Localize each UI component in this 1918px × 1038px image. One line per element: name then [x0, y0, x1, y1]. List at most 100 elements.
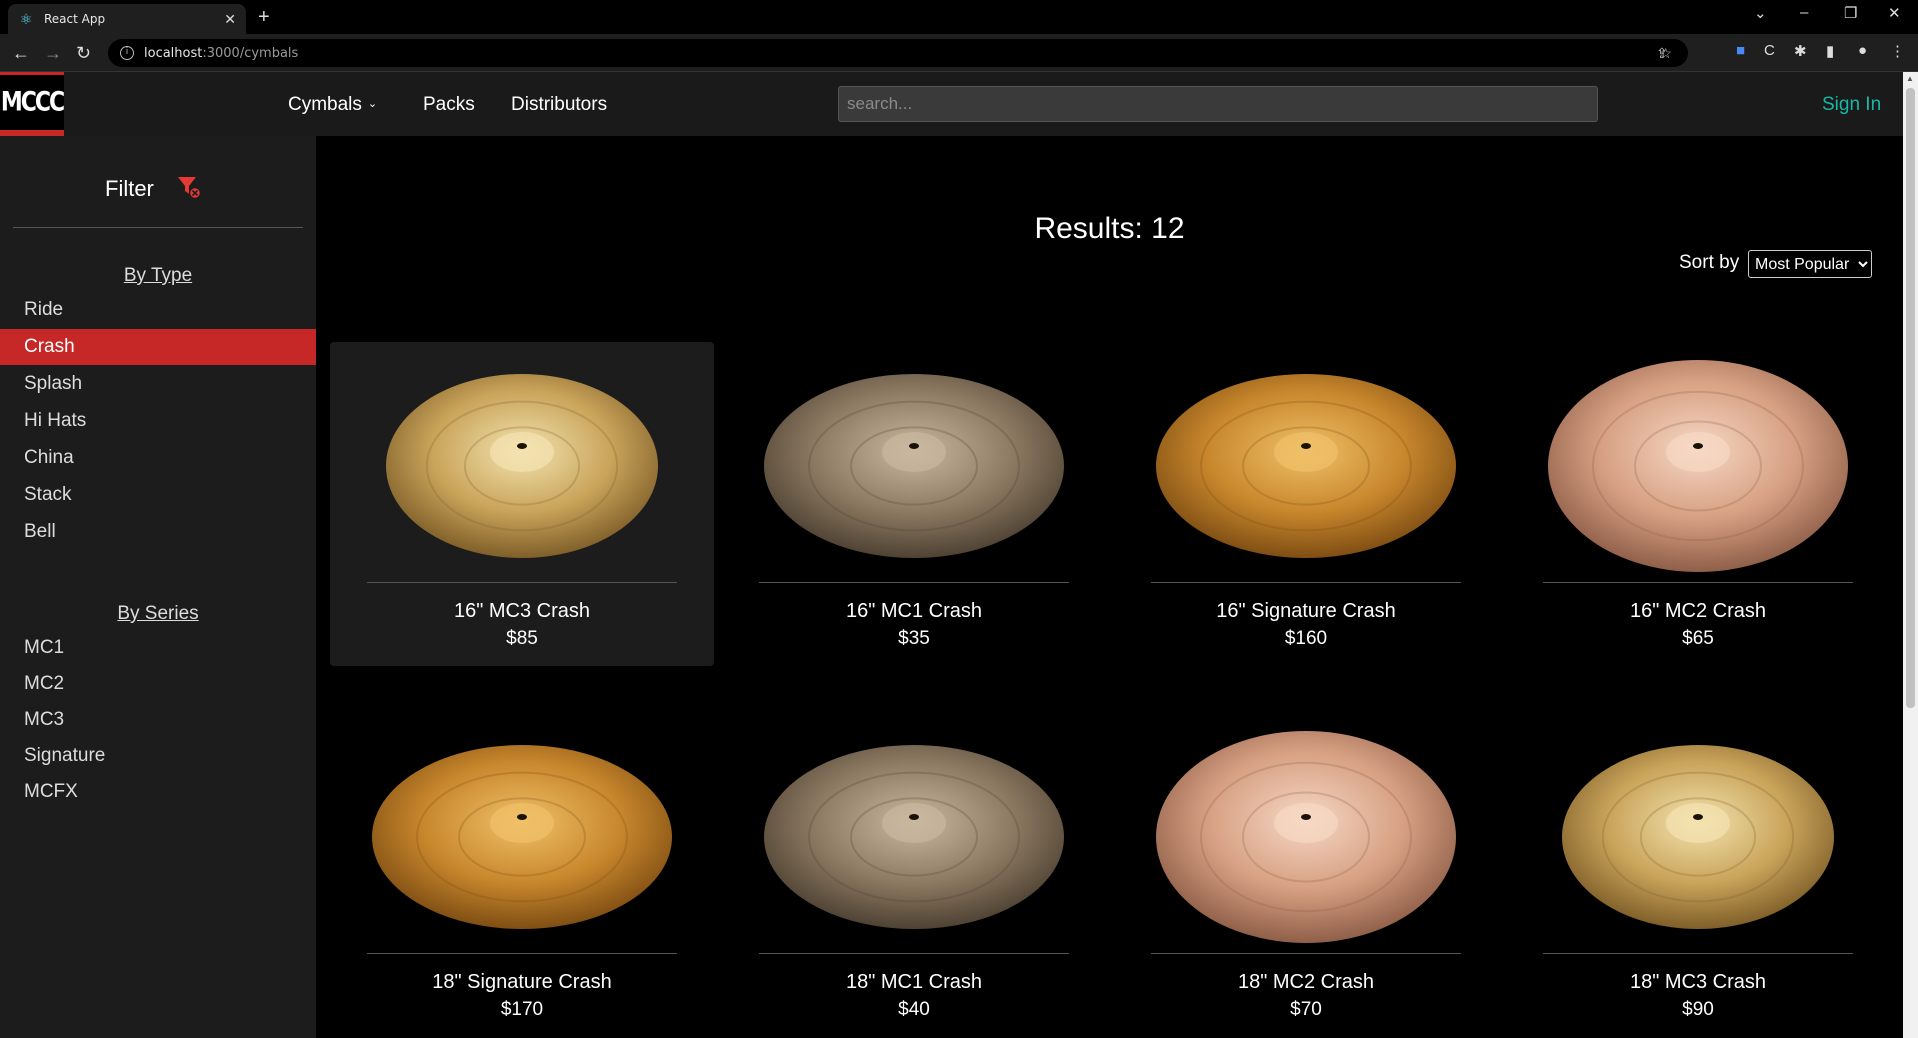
- by-type-heading: By Type: [123, 265, 193, 286]
- results-count: Results: 12: [1034, 212, 1185, 245]
- product-price: $65: [1682, 628, 1714, 649]
- logo[interactable]: MCCC: [0, 72, 65, 136]
- product-name[interactable]: 18" MC1 Crash: [722, 971, 1106, 994]
- product-price: $90: [1682, 999, 1714, 1020]
- browser-tab-bar: ⚛ React App ✕ + ⌄ – ❐ ✕: [0, 0, 1918, 34]
- filter-type-stack[interactable]: Stack: [0, 477, 316, 513]
- product-price: $35: [898, 628, 930, 649]
- filter-divider: [13, 227, 303, 228]
- product-price: $70: [1290, 999, 1322, 1020]
- filter-type-hi-hats[interactable]: Hi Hats: [0, 403, 316, 439]
- filter-series-mc3[interactable]: MC3: [0, 702, 316, 738]
- clear-filter-icon[interactable]: [176, 174, 202, 200]
- cymbal-image: [1562, 745, 1834, 929]
- filter-series-mc2[interactable]: MC2: [0, 666, 316, 702]
- card-divider: [367, 953, 677, 954]
- close-window-icon[interactable]: ✕: [1888, 4, 1901, 22]
- product-name[interactable]: 16" MC1 Crash: [722, 600, 1106, 623]
- sidepanel-icon[interactable]: ▮: [1826, 42, 1834, 60]
- sort-label: Sort by: [1679, 252, 1740, 273]
- product-card[interactable]: 18" MC1 Crash $40: [722, 713, 1106, 1037]
- product-name[interactable]: 16" Signature Crash: [1114, 600, 1498, 623]
- nav-cymbals[interactable]: Cymbals ⌄: [288, 94, 377, 116]
- filter-type-ride[interactable]: Ride: [0, 292, 316, 328]
- site-header: MCCC Cymbals ⌄ Packs Distributors Sign In: [0, 72, 1903, 136]
- chevron-down-icon: ⌄: [367, 98, 378, 110]
- filter-type-splash[interactable]: Splash: [0, 366, 316, 402]
- by-series-heading: By Series: [117, 603, 199, 624]
- filter-series-signature[interactable]: Signature: [0, 738, 316, 774]
- product-card[interactable]: 18" MC3 Crash $90: [1506, 713, 1890, 1037]
- product-price: $85: [506, 628, 538, 649]
- logo-text: MCCC: [0, 87, 65, 118]
- filter-series-mcfx[interactable]: MCFX: [0, 774, 316, 810]
- react-icon: ⚛: [19, 11, 33, 27]
- cymbal-image: [386, 374, 658, 558]
- product-name[interactable]: 18" Signature Crash: [330, 971, 714, 994]
- product-card[interactable]: 16" MC1 Crash $35: [722, 342, 1106, 666]
- filter-type-china[interactable]: China: [0, 440, 316, 476]
- card-divider: [759, 953, 1069, 954]
- cymbal-image: [1156, 374, 1456, 558]
- browser-toolbar: ← → ↻ i localhost:3000/cymbals ⇪ ☆: [0, 34, 1918, 72]
- url-host: localhost: [144, 45, 203, 61]
- cymbal-image: [1156, 731, 1456, 943]
- product-name[interactable]: 18" MC3 Crash: [1506, 971, 1890, 994]
- product-price: $40: [898, 999, 930, 1020]
- product-card[interactable]: 18" MC2 Crash $70: [1114, 713, 1498, 1037]
- filter-type-bell[interactable]: Bell: [0, 514, 316, 550]
- product-card[interactable]: 16" Signature Crash $160: [1114, 342, 1498, 666]
- puzzle-icon[interactable]: ✱: [1794, 42, 1807, 60]
- tab-title: React App: [44, 12, 106, 26]
- product-card[interactable]: 18" Signature Crash $170: [330, 713, 714, 1037]
- tab-search-icon[interactable]: ⌄: [1754, 4, 1767, 22]
- back-icon[interactable]: ←: [12, 43, 30, 64]
- cymbal-image: [764, 745, 1064, 929]
- scroll-up-icon[interactable]: ▲: [1906, 74, 1914, 83]
- card-divider: [759, 582, 1069, 583]
- card-divider: [367, 582, 677, 583]
- card-divider: [1151, 953, 1461, 954]
- search-input[interactable]: [838, 86, 1598, 122]
- cymbal-image: [1548, 360, 1848, 572]
- nav-packs[interactable]: Packs: [423, 94, 475, 116]
- product-price: $160: [1284, 628, 1328, 649]
- card-divider: [1543, 953, 1853, 954]
- filter-type-crash[interactable]: Crash: [0, 329, 316, 365]
- product-card[interactable]: 16" MC3 Crash $85: [330, 342, 714, 666]
- card-divider: [1543, 582, 1853, 583]
- menu-icon[interactable]: ⋮: [1890, 42, 1905, 60]
- product-name[interactable]: 16" MC3 Crash: [330, 600, 714, 623]
- app: MCCC Cymbals ⌄ Packs Distributors Sign In…: [0, 72, 1903, 1038]
- browser-tab[interactable]: ⚛ React App ✕: [8, 4, 246, 34]
- minimize-icon[interactable]: –: [1800, 4, 1808, 21]
- reload-icon[interactable]: ↻: [76, 43, 91, 64]
- extension-c-icon[interactable]: C: [1764, 42, 1775, 59]
- card-divider: [1151, 582, 1461, 583]
- new-tab-icon[interactable]: +: [258, 6, 270, 29]
- restore-icon[interactable]: ❐: [1844, 4, 1857, 22]
- url-path: :3000/cymbals: [202, 45, 299, 61]
- address-bar[interactable]: i localhost:3000/cymbals ⇪ ☆: [108, 39, 1688, 67]
- extension-icon[interactable]: ■: [1736, 42, 1745, 59]
- scroll-thumb[interactable]: [1906, 88, 1915, 708]
- nav-cymbals-label: Cymbals: [288, 94, 362, 115]
- product-card[interactable]: 16" MC2 Crash $65: [1506, 342, 1890, 666]
- sign-in-link[interactable]: Sign In: [1822, 94, 1881, 116]
- forward-icon[interactable]: →: [44, 43, 62, 64]
- filter-title: Filter: [105, 176, 154, 201]
- cymbal-image: [372, 745, 672, 929]
- info-icon[interactable]: i: [120, 46, 134, 60]
- filter-sidebar: Filter By Type Ride Crash Splash Hi Hats…: [0, 136, 316, 1038]
- cymbal-image: [764, 374, 1064, 558]
- close-tab-icon[interactable]: ✕: [224, 11, 236, 28]
- filter-series-mc1[interactable]: MC1: [0, 630, 316, 666]
- product-price: $170: [500, 999, 544, 1020]
- bookmark-star-icon[interactable]: ☆: [1659, 45, 1672, 62]
- product-name[interactable]: 16" MC2 Crash: [1506, 600, 1890, 623]
- page-scrollbar[interactable]: ▲: [1903, 72, 1918, 1038]
- product-name[interactable]: 18" MC2 Crash: [1114, 971, 1498, 994]
- sort-select[interactable]: Most Popular: [1748, 250, 1872, 278]
- profile-icon[interactable]: ●: [1858, 42, 1867, 59]
- nav-distributors[interactable]: Distributors: [511, 94, 607, 116]
